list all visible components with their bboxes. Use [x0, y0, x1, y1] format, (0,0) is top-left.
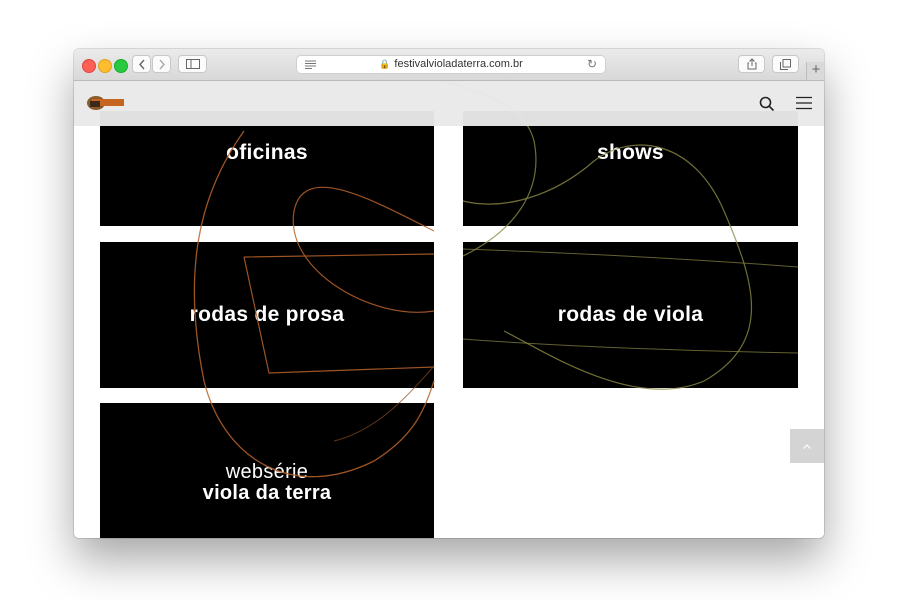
tile-webserie-line1: websérie	[225, 461, 309, 483]
lock-icon: 🔒	[379, 59, 391, 69]
reload-icon[interactable]: ↻	[587, 57, 597, 71]
tile-rodas-de-viola-label: rodas de viola	[557, 303, 704, 326]
sidebar-button[interactable]	[178, 55, 207, 73]
tile-rodas-de-prosa[interactable]: rodas de prosa	[100, 242, 434, 388]
festival-logo[interactable]	[86, 91, 126, 117]
tile-rodas-de-viola[interactable]: rodas de viola	[463, 242, 798, 388]
browser-toolbar: 🔒 festivalvioladaterra.com.br ↻ +	[74, 49, 824, 81]
share-icon	[747, 58, 756, 70]
minimize-window-button[interactable]	[98, 59, 112, 73]
scroll-to-top-button[interactable]	[790, 429, 824, 463]
search-icon[interactable]	[758, 95, 776, 113]
share-button[interactable]	[738, 55, 765, 73]
tabs-button[interactable]	[772, 55, 799, 73]
hamburger-menu-icon[interactable]	[796, 96, 812, 110]
forward-button[interactable]	[152, 55, 171, 73]
tile-webserie[interactable]: websérie viola da terra	[100, 403, 434, 538]
address-bar[interactable]: 🔒 festivalvioladaterra.com.br ↻	[296, 55, 606, 74]
page-content: oficinas shows rodas de prosa rodas de v…	[74, 81, 824, 538]
tile-webserie-line2: viola da terra	[202, 482, 332, 504]
back-icon	[138, 59, 145, 69]
chevron-up-icon	[803, 443, 811, 449]
url-text: festivalvioladaterra.com.br	[394, 58, 523, 70]
tile-oficinas-label: oficinas	[226, 140, 308, 164]
tile-shows[interactable]: shows	[463, 111, 798, 226]
tile-webserie-text: websérie viola da terra	[203, 462, 332, 504]
tile-oficinas[interactable]: oficinas	[100, 111, 434, 226]
tile-shows-label: shows	[597, 140, 664, 164]
site-header	[74, 81, 824, 126]
tabs-icon	[780, 58, 791, 70]
back-button[interactable]	[132, 55, 151, 73]
sidebar-icon	[185, 59, 200, 69]
zoom-window-button[interactable]	[114, 59, 128, 73]
new-tab-icon[interactable]: +	[806, 62, 824, 80]
close-window-button[interactable]	[82, 59, 96, 73]
url-text-wrapper: 🔒 festivalvioladaterra.com.br	[297, 58, 605, 70]
tile-rodas-de-prosa-label: rodas de prosa	[189, 303, 345, 326]
forward-icon	[158, 59, 165, 69]
browser-window: 🔒 festivalvioladaterra.com.br ↻ + oficin…	[74, 49, 824, 538]
